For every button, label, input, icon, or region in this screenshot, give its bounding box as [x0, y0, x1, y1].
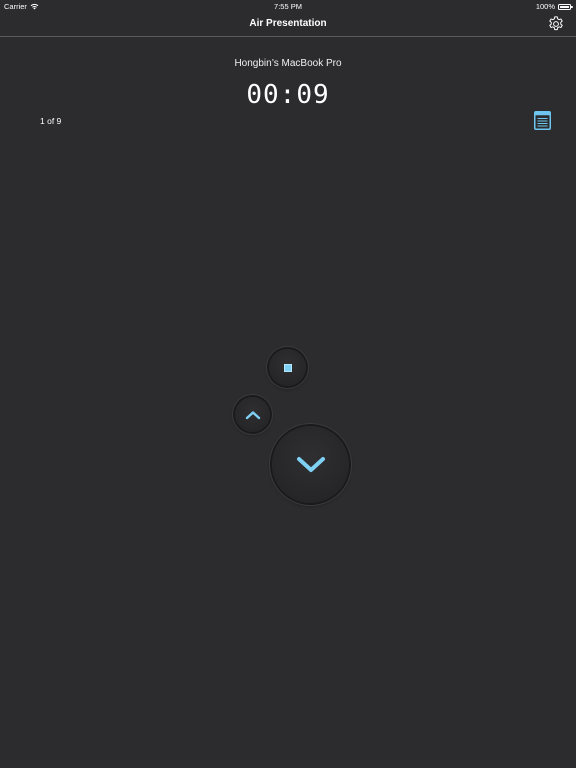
- stop-icon: [283, 363, 292, 372]
- presentation-timer: 00:09: [246, 80, 330, 110]
- chevron-down-icon: [296, 456, 325, 472]
- settings-button[interactable]: [547, 15, 565, 33]
- screen: Carrier 7:55 PM 100% Air Presentation Ho…: [0, 0, 576, 768]
- nav-title: Air Presentation: [249, 18, 327, 29]
- page-counter: 1 of 9: [40, 116, 62, 126]
- battery-icon: [558, 3, 573, 10]
- device-name: Hongbin’s MacBook Pro: [234, 58, 342, 69]
- status-bar: Carrier 7:55 PM 100%: [0, 0, 576, 12]
- notes-icon: [534, 111, 551, 130]
- battery-level: [560, 5, 569, 8]
- next-slide-button[interactable]: [272, 426, 349, 503]
- status-right: 100%: [535, 2, 573, 11]
- chevron-up-icon: [245, 410, 260, 419]
- battery-percent: 100%: [535, 2, 555, 11]
- stop-button[interactable]: [269, 349, 306, 386]
- nav-bar: Air Presentation: [0, 12, 576, 37]
- status-time: 7:55 PM: [274, 2, 302, 11]
- gear-icon: [549, 16, 563, 31]
- previous-slide-button[interactable]: [235, 397, 270, 432]
- notes-button[interactable]: [534, 111, 551, 130]
